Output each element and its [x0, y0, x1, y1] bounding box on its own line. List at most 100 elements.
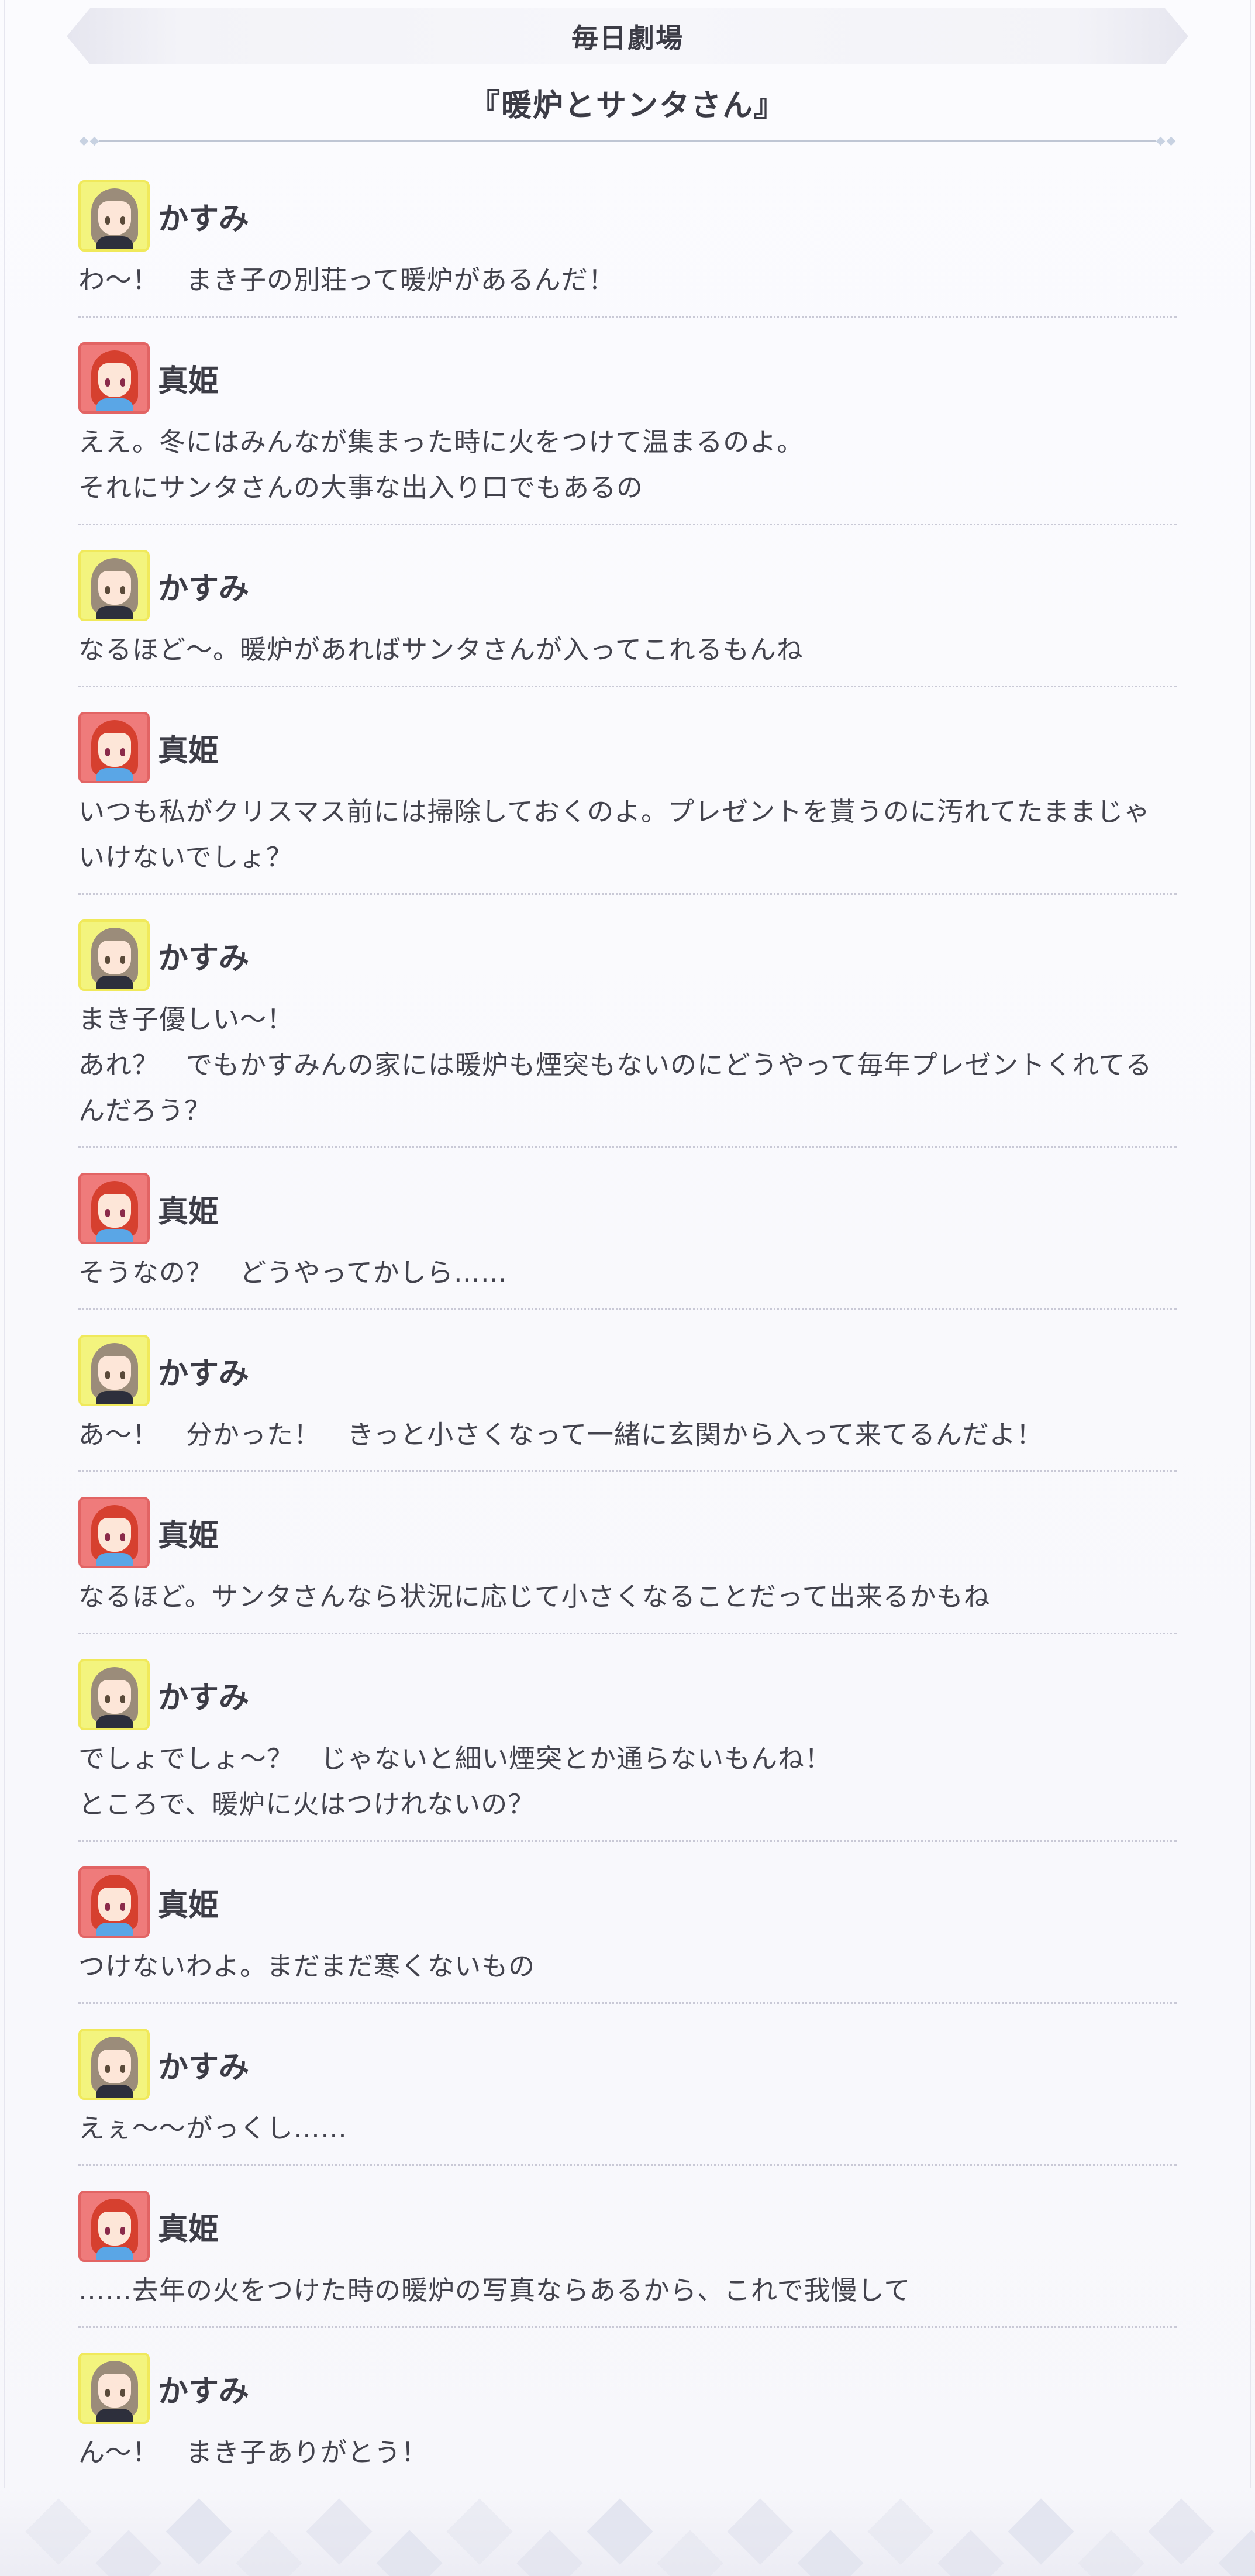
dialogue-text: まき子優しい〜！ あれ？ でもかすみんの家には暖炉も煙突もないのにどうやって毎年プ… [78, 997, 1177, 1134]
dialogue-line: ええ。冬にはみんなが集まった時に火をつけて温まるのよ。 [78, 426, 804, 457]
speaker-row: かすみ [78, 546, 1177, 625]
dialogue-line: つけないわよ。まだまだ寒くないもの [78, 1951, 536, 1982]
title-divider [78, 136, 1177, 146]
pattern-diamond-icon [1008, 2498, 1074, 2565]
speaker-name: 真姫 [158, 1194, 219, 1230]
story-title: 『暖炉とサンタさん』 [469, 88, 785, 123]
pattern-diamond-icon [1078, 2530, 1144, 2576]
kasumi-avatar-icon [78, 2029, 150, 2100]
maki-avatar-icon [78, 2191, 150, 2262]
speaker-row: 真姫 [78, 1863, 1177, 1941]
divider-line [99, 140, 1156, 142]
dialogue-line: んだろう？ [78, 1095, 212, 1126]
dialogue-entry: かすみわ〜！ まき子の別荘って暖炉があるんだ！ [78, 171, 1177, 318]
header-title: 毎日劇場 [571, 22, 684, 54]
dialogue-line: いつも私がクリスマス前には掃除しておくのよ。プレゼントを貰うのに汚れてたままじゃ [78, 796, 1151, 827]
speaker-name: かすみ [158, 201, 250, 237]
dialogue-line: なるほど〜。暖炉があればサンタさんが入ってこれるもんね [78, 634, 804, 665]
divider-diamond-icon [1156, 136, 1166, 146]
dialogue-line: ところで、暖炉に火はつけれないの？ [78, 1789, 535, 1820]
dialogue-entry: かすみん〜！ まき子ありがとう！ [78, 2343, 1177, 2490]
speaker-name: かすみ [158, 1680, 250, 1716]
kasumi-avatar-icon [78, 180, 150, 252]
dialogue-entry: 真姫 ……去年の火をつけた時の暖炉の写真ならあるから、これで我慢して [78, 2181, 1177, 2328]
dialogue-line: まき子優しい〜！ [78, 1004, 294, 1035]
dialogue-text: そうなの？ どうやってかしら…… [78, 1250, 1177, 1296]
dialogue-entry: 真姫なるほど。サンタさんなら状況に応じて小さくなることだって出来るかもね [78, 1487, 1177, 1634]
header-bar: 毎日劇場 [67, 8, 1188, 64]
dialogue-text: ええ。冬にはみんなが集まった時に火をつけて温まるのよ。 それにサンタさんの大事な出… [78, 419, 1177, 511]
frame-border-left [4, 0, 5, 2576]
pattern-diamond-icon [587, 2498, 653, 2565]
dialogue-text: なるほど。サンタさんなら状況に応じて小さくなることだって出来るかもね [78, 1574, 1177, 1620]
speaker-row: 真姫 [78, 339, 1177, 417]
kasumi-avatar-icon [78, 2353, 150, 2424]
bottom-decorative-pattern [0, 2488, 1255, 2576]
speaker-name: 真姫 [158, 2212, 219, 2247]
maki-avatar-icon [78, 712, 150, 783]
dialogue-text: なるほど〜。暖炉があればサンタさんが入ってこれるもんね [78, 627, 1177, 673]
pattern-diamond-icon [727, 2498, 794, 2565]
dialogue-entry: かすみまき子優しい〜！ あれ？ でもかすみんの家には暖炉も煙突もないのにどうやって… [78, 910, 1177, 1148]
kasumi-avatar-icon [78, 550, 150, 621]
speaker-name: かすみ [158, 2050, 250, 2085]
speaker-name: 真姫 [158, 1888, 219, 1923]
dialogue-line: でしょでしょ〜？ じゃないと細い煙突とか通らないもんね！ [78, 1743, 832, 1774]
dialogue-text: あ〜！ 分かった！ きっと小さくなって一緒に玄関から入って来てるんだよ！ [78, 1412, 1177, 1458]
speaker-row: かすみ [78, 1655, 1177, 1734]
pattern-diamond-icon [236, 2530, 302, 2576]
speaker-row: かすみ [78, 2025, 1177, 2103]
kasumi-avatar-icon [78, 919, 150, 991]
pattern-diamond-icon [306, 2498, 373, 2565]
pattern-diamond-icon [937, 2530, 1004, 2576]
dialogue-entry: かすみなるほど〜。暖炉があればサンタさんが入ってこれるもんね [78, 540, 1177, 687]
kasumi-avatar-icon [78, 1659, 150, 1730]
pattern-diamond-icon [1148, 2498, 1215, 2565]
speaker-row: かすみ [78, 2349, 1177, 2427]
speaker-name: 真姫 [158, 363, 219, 399]
maki-avatar-icon [78, 342, 150, 414]
maki-avatar-icon [78, 1497, 150, 1568]
dialogue-text: でしょでしょ〜？ じゃないと細い煙突とか通らないもんね！ ところで、暖炉に火はつけ… [78, 1736, 1177, 1827]
pattern-diamond-icon [797, 2530, 864, 2576]
speaker-name: 真姫 [158, 733, 219, 769]
dialogue-line: わ〜！ まき子の別荘って暖炉があるんだ！ [78, 264, 615, 295]
pattern-diamond-icon [446, 2498, 513, 2565]
dialogue-line: えぇ〜〜がっくし…… [78, 2113, 348, 2144]
dialogue-text: ん〜！ まき子ありがとう！ [78, 2430, 1177, 2475]
speaker-row: 真姫 [78, 1493, 1177, 1572]
dialogue-line: いけないでしょ？ [78, 842, 293, 873]
dialogue-text: えぇ〜〜がっくし…… [78, 2106, 1177, 2151]
dialogue-line: ……去年の火をつけた時の暖炉の写真ならあるから、これで我慢して [78, 2275, 911, 2306]
speaker-row: かすみ [78, 177, 1177, 255]
speaker-row: かすみ [78, 1331, 1177, 1410]
pattern-diamond-icon [657, 2530, 723, 2576]
speaker-name: かすみ [158, 941, 250, 976]
speaker-row: 真姫 [78, 2187, 1177, 2265]
dialogue-line: ん〜！ まき子ありがとう！ [78, 2437, 429, 2468]
frame-border-right [1250, 0, 1251, 2576]
pattern-diamond-icon [376, 2530, 443, 2576]
divider-diamond-icon [1166, 136, 1176, 146]
dialogue-line: それにサンタさんの大事な出入り口でもあるの [78, 472, 644, 503]
speaker-row: かすみ [78, 916, 1177, 994]
dialogue-entry: 真姫つけないわよ。まだまだ寒くないもの [78, 1857, 1177, 2004]
pattern-diamond-icon [166, 2498, 232, 2565]
pattern-diamond-icon [95, 2530, 162, 2576]
maki-avatar-icon [78, 1866, 150, 1938]
kasumi-avatar-icon [78, 1335, 150, 1406]
pattern-diamond-icon [867, 2498, 934, 2565]
dialogue-entry: かすみでしょでしょ〜？ じゃないと細い煙突とか通らないもんね！ ところで、暖炉に火… [78, 1649, 1177, 1842]
dialogue-entry: 真姫ええ。冬にはみんなが集まった時に火をつけて温まるのよ。 それにサンタさんの大事… [78, 333, 1177, 525]
dialogue-text: いつも私がクリスマス前には掃除しておくのよ。プレゼントを貰うのに汚れてたままじゃ… [78, 789, 1177, 880]
pattern-diamond-icon [516, 2530, 583, 2576]
speaker-name: 真姫 [158, 1518, 219, 1554]
pattern-diamond-icon [25, 2498, 92, 2565]
dialogue-text: ……去年の火をつけた時の暖炉の写真ならあるから、これで我慢して [78, 2268, 1177, 2313]
divider-diamond-icon [79, 136, 89, 146]
maki-avatar-icon [78, 1173, 150, 1244]
dialogue-line: そうなの？ どうやってかしら…… [78, 1257, 508, 1288]
divider-diamond-icon [89, 136, 99, 146]
dialogue-text: つけないわよ。まだまだ寒くないもの [78, 1944, 1177, 1989]
speaker-row: 真姫 [78, 708, 1177, 787]
